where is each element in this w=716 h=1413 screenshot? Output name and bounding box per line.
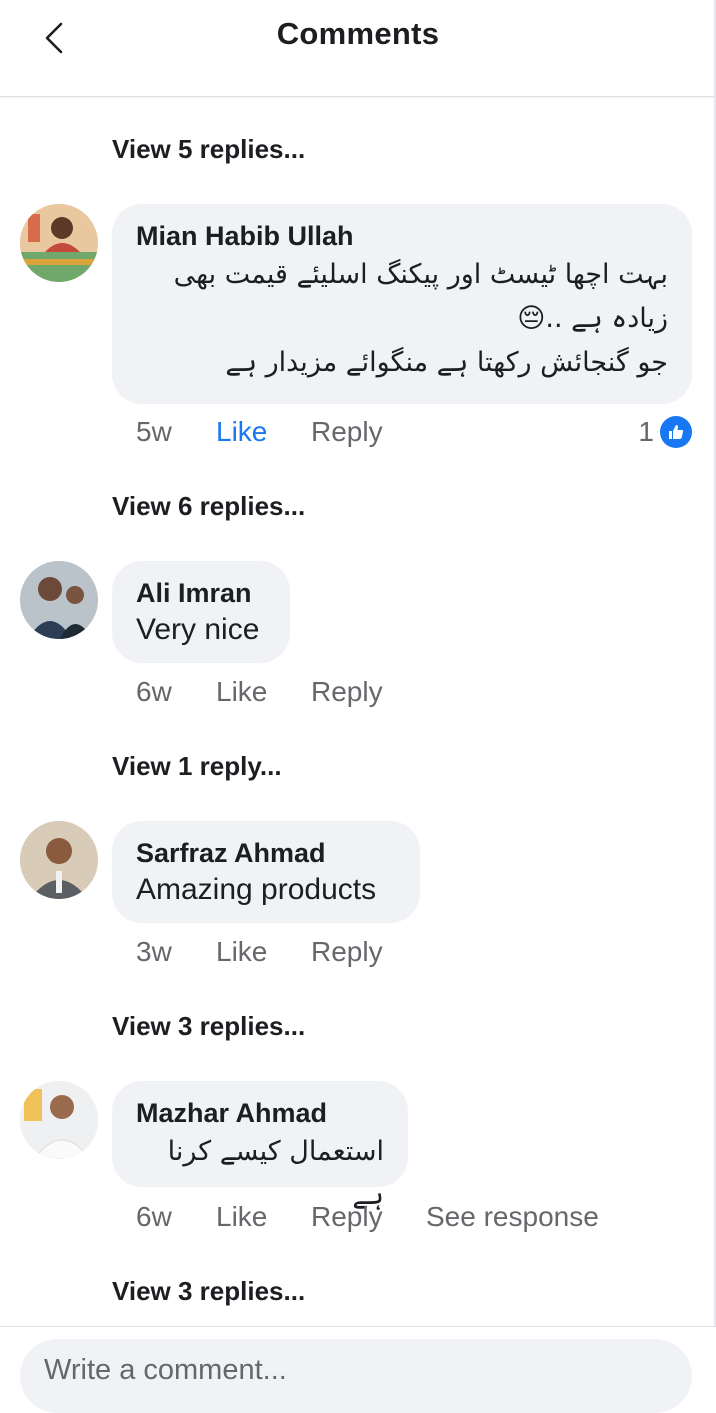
reply-button[interactable]: Reply: [311, 676, 426, 708]
comment-timestamp: 6w: [136, 676, 172, 707]
comment-bubble: Ali Imran Very nice: [112, 561, 290, 663]
reaction-number: 1: [638, 416, 654, 447]
comment-actions: 3w Like Reply: [136, 936, 426, 968]
page-title: Comments: [276, 16, 440, 51]
like-button[interactable]: Like: [216, 416, 311, 448]
like-button[interactable]: Like: [216, 1201, 311, 1233]
comment-bubble: Sarfraz Ahmad Amazing products: [112, 821, 420, 923]
comment-text-line: جو گنجائش رکھتا ہے منگوائے مزیدار ہے: [225, 347, 668, 378]
comment-timestamp: 5w: [136, 416, 172, 447]
avatar[interactable]: [20, 821, 98, 899]
thumbs-up-icon: [660, 416, 692, 448]
comment-author[interactable]: Sarfraz Ahmad: [136, 836, 396, 870]
view-replies-link[interactable]: View 3 replies...: [112, 1276, 305, 1307]
comment-text-line: بہت اچھا ٹیسٹ اور پیکنگ اسلیئے قیمت بھی: [173, 259, 668, 290]
view-replies-link[interactable]: View 1 reply...: [112, 751, 282, 782]
comment-timestamp: 6w: [136, 1201, 172, 1232]
header-bar: Comments: [0, 0, 716, 97]
comment-text: Amazing products: [136, 873, 377, 906]
comment-author[interactable]: Mazhar Ahmad: [136, 1096, 384, 1130]
comment-text: Very nice: [136, 613, 260, 646]
comment-input[interactable]: [20, 1339, 692, 1413]
comment-actions: 5w Like Reply: [136, 416, 426, 448]
comment-timestamp: 3w: [136, 936, 172, 967]
reaction-count[interactable]: 1: [638, 416, 692, 448]
view-replies-link[interactable]: View 5 replies...: [112, 134, 305, 165]
avatar[interactable]: [20, 561, 98, 639]
avatar[interactable]: [20, 204, 98, 282]
reply-button[interactable]: Reply: [311, 416, 426, 448]
like-button[interactable]: Like: [216, 676, 311, 708]
avatar[interactable]: [20, 1081, 98, 1159]
comment-text-line: زیادہ ہے ..😔: [517, 303, 668, 334]
see-response-button[interactable]: See response: [426, 1201, 599, 1233]
comment-bubble: Mian Habib Ullah بہت اچھا ٹیسٹ اور پیکنگ…: [112, 204, 692, 404]
comment-bubble: Mazhar Ahmad استعمال کیسے کرنا ہے: [112, 1081, 408, 1211]
comment-actions: 6w Like Reply: [136, 676, 426, 708]
view-replies-link[interactable]: View 3 replies...: [112, 1011, 305, 1042]
reply-button[interactable]: Reply: [311, 1201, 426, 1233]
view-replies-link[interactable]: View 6 replies...: [112, 491, 305, 522]
reply-button[interactable]: Reply: [311, 936, 426, 968]
comment-actions: 6w Like Reply See response: [136, 1201, 599, 1233]
comment-composer: [0, 1326, 716, 1413]
comment-author[interactable]: Ali Imran: [136, 576, 266, 610]
like-button[interactable]: Like: [216, 936, 311, 968]
comment-author[interactable]: Mian Habib Ullah: [136, 219, 668, 253]
